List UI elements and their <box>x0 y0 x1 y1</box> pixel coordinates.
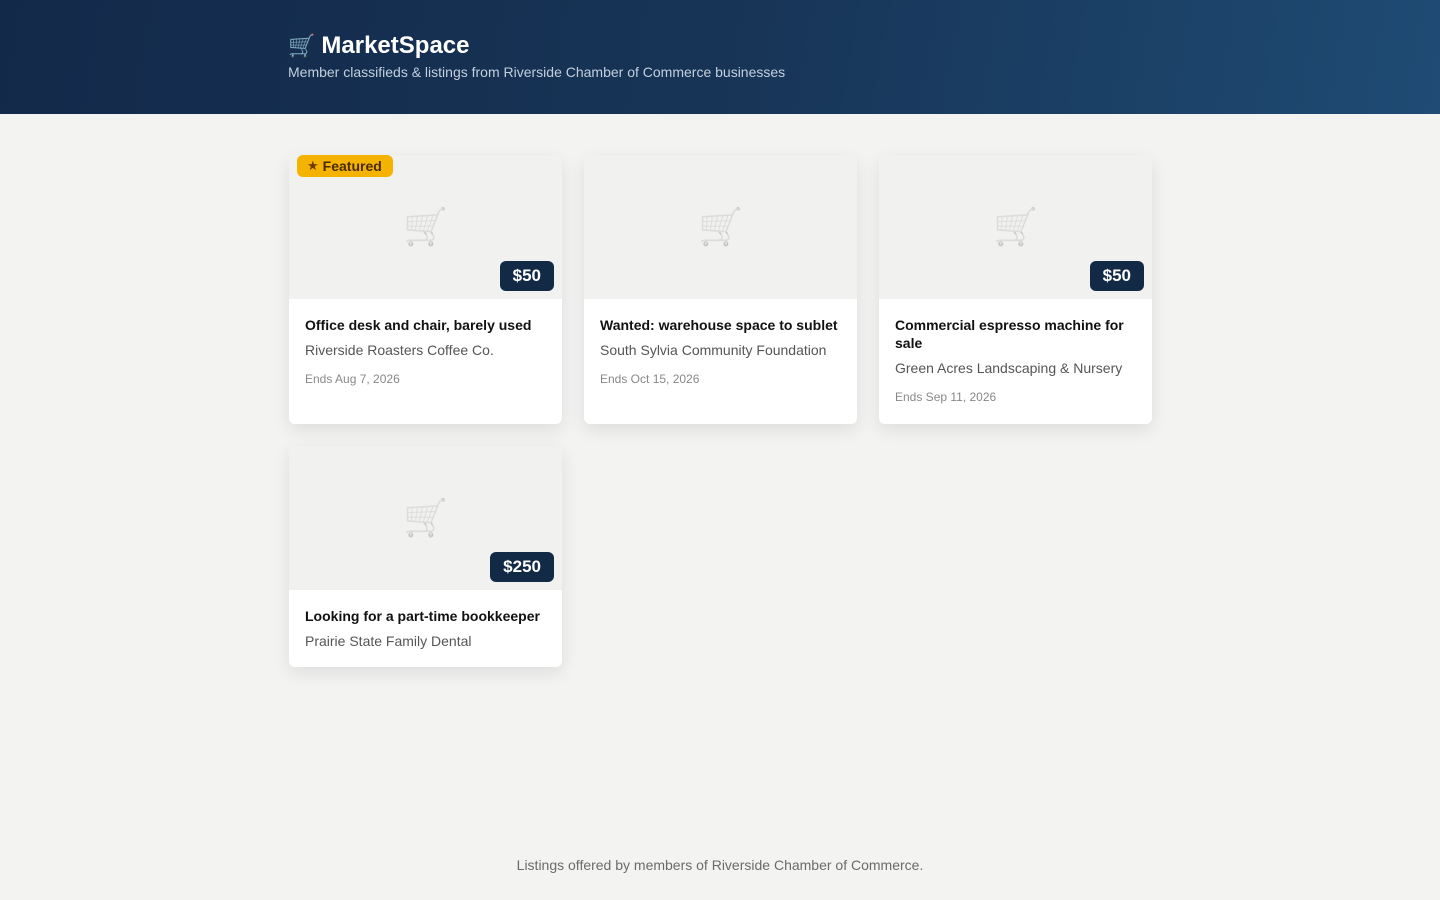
shopping-cart-icon: 🛒 <box>403 497 448 538</box>
listing-card[interactable]: 🛒 Wanted: warehouse space to sublet Sout… <box>584 155 857 424</box>
shopping-cart-icon: 🛒 <box>698 206 743 247</box>
listing-seller: Prairie State Family Dental <box>305 633 472 649</box>
listing-image-placeholder: 🛒 <box>584 155 857 299</box>
listing-body: Looking for a part-time bookkeeper Prair… <box>289 590 562 667</box>
shopping-cart-icon: 🛒 <box>288 33 316 58</box>
listing-title[interactable]: Office desk and chair, barely used <box>305 316 546 334</box>
listing-card[interactable]: 🛒 $50 Commercial espresso machine for sa… <box>879 155 1152 424</box>
listing-title[interactable]: Looking for a part-time bookkeeper <box>305 607 546 625</box>
listing-end-date: Ends Oct 15, 2026 <box>600 372 700 386</box>
page-header: 🛒 MarketSpace Member classifieds & listi… <box>0 0 1440 114</box>
shopping-cart-icon: 🛒 <box>993 206 1038 247</box>
listing-card[interactable]: 🛒 $250 Looking for a part-time bookkeepe… <box>289 446 562 667</box>
price-badge: $50 <box>1089 261 1144 291</box>
listing-seller: Riverside Roasters Coffee Co. <box>305 342 494 358</box>
app-subtitle: Member classifieds & listings from River… <box>288 64 786 80</box>
listing-image-placeholder: 🛒 $250 <box>289 446 562 590</box>
app-title: MarketSpace <box>321 32 470 59</box>
listing-image-placeholder: 🛒 $50 <box>879 155 1152 299</box>
listing-card[interactable]: 🛒 ★ Featured $50 Office desk and chair, … <box>289 155 562 424</box>
listing-seller: Green Acres Landscaping & Nursery <box>895 360 1123 376</box>
listing-image-placeholder: 🛒 ★ Featured $50 <box>289 155 562 299</box>
featured-badge: ★ Featured <box>297 155 393 177</box>
listing-body: Office desk and chair, barely used River… <box>289 299 562 406</box>
shopping-cart-icon: 🛒 <box>403 206 448 247</box>
listing-body: Wanted: warehouse space to sublet South … <box>584 299 857 406</box>
listing-body: Commercial espresso machine for sale Gre… <box>879 299 1152 424</box>
listing-end-date: Ends Sep 11, 2026 <box>895 390 997 404</box>
star-icon: ★ <box>307 158 319 173</box>
page-footer: Listings offered by members of Riverside… <box>516 857 924 873</box>
listings-grid: 🛒 ★ Featured $50 Office desk and chair, … <box>289 155 1152 667</box>
price-badge: $50 <box>499 261 554 291</box>
brand[interactable]: 🛒 MarketSpace <box>288 32 1440 60</box>
listing-end-date: Ends Aug 7, 2026 <box>305 372 400 386</box>
listing-title[interactable]: Wanted: warehouse space to sublet <box>600 316 841 334</box>
price-badge: $250 <box>490 552 554 582</box>
listing-seller: South Sylvia Community Foundation <box>600 342 827 358</box>
listing-title[interactable]: Commercial espresso machine for sale <box>895 316 1136 352</box>
featured-label: Featured <box>322 158 382 174</box>
